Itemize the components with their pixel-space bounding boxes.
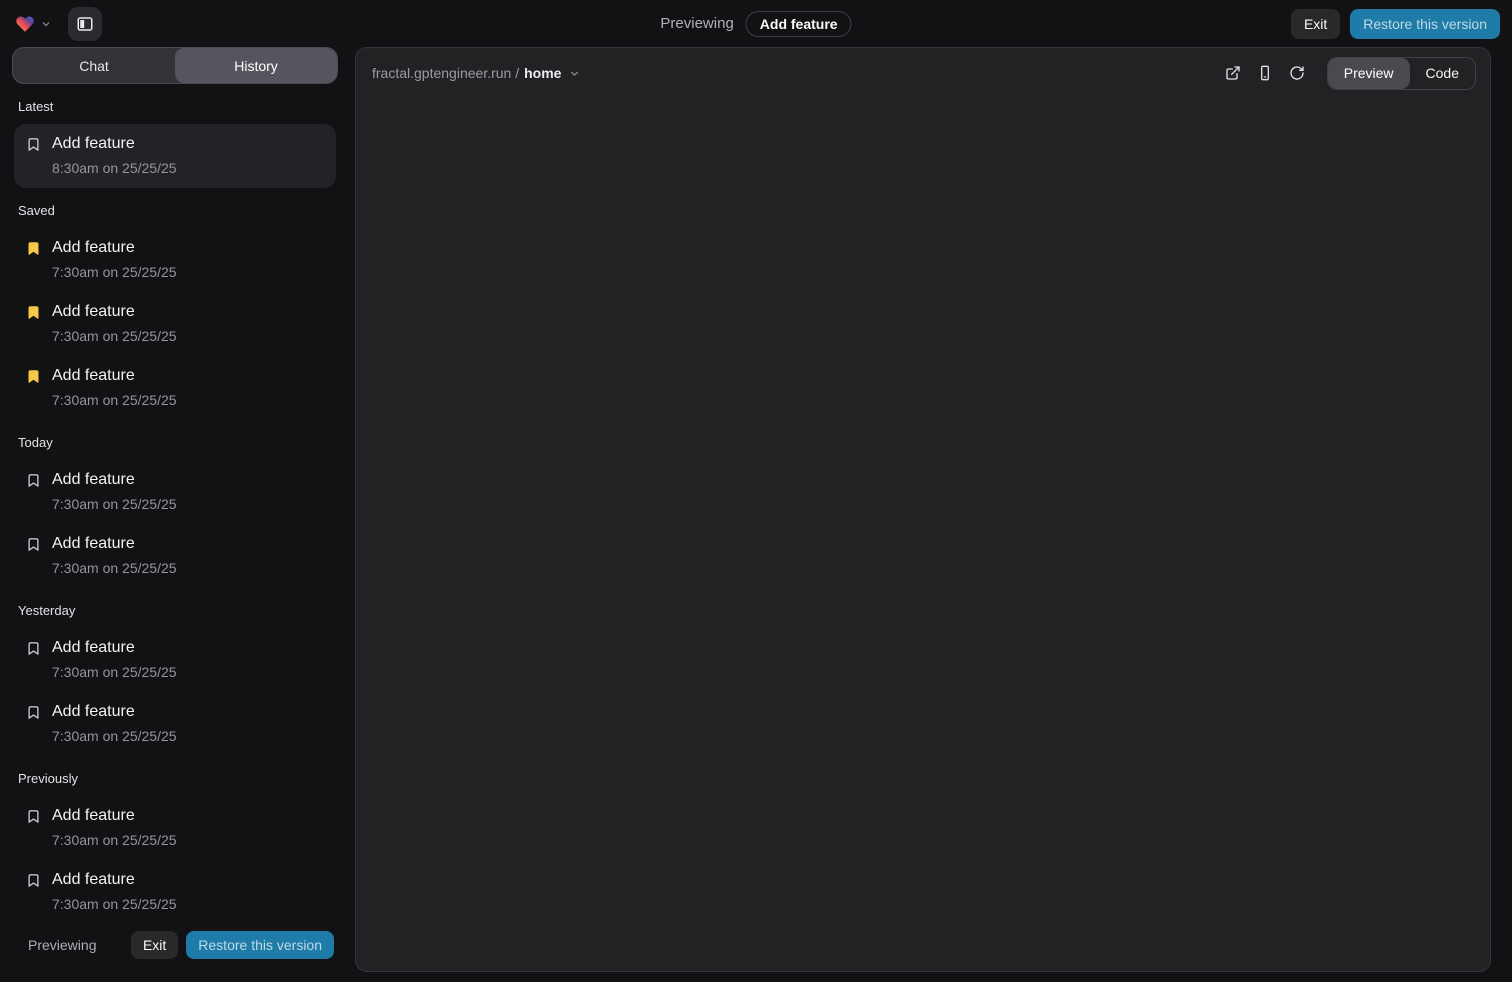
app-root: Previewing Add feature Exit Restore this… [0,0,1512,982]
sidebar-tab-control: Chat History [12,47,338,84]
version-title: Add feature [52,532,135,556]
content-area: Chat History Latest Add feature 8:30am o… [0,47,1512,982]
version-title: Add feature [52,468,135,492]
open-in-new-tab-button[interactable] [1219,59,1247,87]
bookmark-icon [26,368,42,384]
tab-history[interactable]: History [175,48,337,83]
history-version-item[interactable]: Add feature 7:30am on 25/25/25 [14,356,336,420]
topbar-right: Exit Restore this version [1291,9,1500,39]
version-title: Add feature [52,236,135,260]
bookmark-icon [26,704,42,720]
preview-panel: fractal.gptengineer.run / home [355,47,1491,972]
open-in-new-tab-icon [1225,65,1241,81]
history-version-item[interactable]: Add feature 7:30am on 25/25/25 [14,692,336,756]
history-sidebar: Chat History Latest Add feature 8:30am o… [12,47,338,972]
chevron-down-icon [568,67,581,80]
bookmark-icon [26,304,42,320]
bookmark-icon [26,640,42,656]
mobile-preview-icon [1257,65,1273,81]
panel-left-icon [76,15,94,33]
chevron-down-icon [40,18,52,30]
version-title: Add feature [52,868,135,892]
history-version-item[interactable]: Add feature 7:30am on 25/25/25 [14,860,336,924]
tab-chat[interactable]: Chat [13,48,175,83]
restore-version-button[interactable]: Restore this version [186,931,334,959]
version-timestamp: 7:30am on 25/25/25 [52,724,326,748]
previewing-status-label: Previewing [28,937,96,953]
version-timestamp: 8:30am on 25/25/25 [52,156,326,180]
version-title: Add feature [52,364,135,388]
section-label: Today [14,434,336,452]
restore-version-button[interactable]: Restore this version [1350,9,1500,39]
version-timestamp: 7:30am on 25/25/25 [52,492,326,516]
preview-header: fractal.gptengineer.run / home [356,48,1490,98]
lovable-heart-logo-icon [14,14,36,34]
history-version-item[interactable]: Add feature 7:30am on 25/25/25 [14,524,336,588]
section-label: Yesterday [14,602,336,620]
tab-preview[interactable]: Preview [1328,58,1410,89]
bookmark-icon [26,472,42,488]
tab-code[interactable]: Code [1410,58,1475,89]
history-version-item[interactable]: Add feature 7:30am on 25/25/25 [14,460,336,524]
bookmark-icon [26,240,42,256]
view-toggle-control: Preview Code [1327,57,1476,90]
top-bar: Previewing Add feature Exit Restore this… [0,0,1512,47]
bookmark-icon [26,136,42,152]
version-timestamp: 7:30am on 25/25/25 [52,324,326,348]
topbar-center: Previewing Add feature [660,0,851,47]
history-version-item[interactable]: Add feature 8:30am on 25/25/25 [14,124,336,188]
topbar-left [12,7,102,41]
version-title: Add feature [52,132,135,156]
version-timestamp: 7:30am on 25/25/25 [52,660,326,684]
preview-header-actions: Preview Code [1219,57,1476,90]
sidebar-toggle-button[interactable] [68,7,102,41]
url-prefix: fractal.gptengineer.run / [372,65,519,81]
version-timestamp: 7:30am on 25/25/25 [52,556,326,580]
refresh-icon [1289,65,1305,81]
version-title: Add feature [52,300,135,324]
version-timestamp: 7:30am on 25/25/25 [52,388,326,412]
version-title: Add feature [52,804,135,828]
workspace-menu-button[interactable] [12,12,54,36]
history-version-item[interactable]: Add feature 7:30am on 25/25/25 [14,796,336,860]
history-version-item[interactable]: Add feature 7:30am on 25/25/25 [14,292,336,356]
mobile-preview-button[interactable] [1251,59,1279,87]
history-version-item[interactable]: Add feature 7:30am on 25/25/25 [14,228,336,292]
exit-button[interactable]: Exit [131,931,178,959]
bookmark-icon [26,536,42,552]
history-version-item[interactable]: Add feature 7:30am on 25/25/25 [14,628,336,692]
version-timestamp: 7:30am on 25/25/25 [52,892,326,916]
version-timestamp: 7:30am on 25/25/25 [52,828,326,852]
sidebar-footer: Previewing Exit Restore this version [12,926,338,972]
previewing-status-label: Previewing [660,15,733,32]
version-title: Add feature [52,700,135,724]
bookmark-icon [26,808,42,824]
history-list: Latest Add feature 8:30am on 25/25/25 Sa… [12,84,338,926]
exit-button[interactable]: Exit [1291,9,1340,39]
url-breadcrumb-dropdown[interactable]: fractal.gptengineer.run / home [372,65,581,81]
bookmark-icon [26,872,42,888]
section-label: Latest [14,98,336,116]
refresh-button[interactable] [1283,59,1311,87]
url-current-page: home [524,65,561,81]
section-label: Previously [14,770,336,788]
preview-iframe-area [356,98,1490,971]
version-timestamp: 7:30am on 25/25/25 [52,260,326,284]
version-title: Add feature [52,636,135,660]
section-label: Saved [14,202,336,220]
version-name-pill: Add feature [746,11,852,37]
